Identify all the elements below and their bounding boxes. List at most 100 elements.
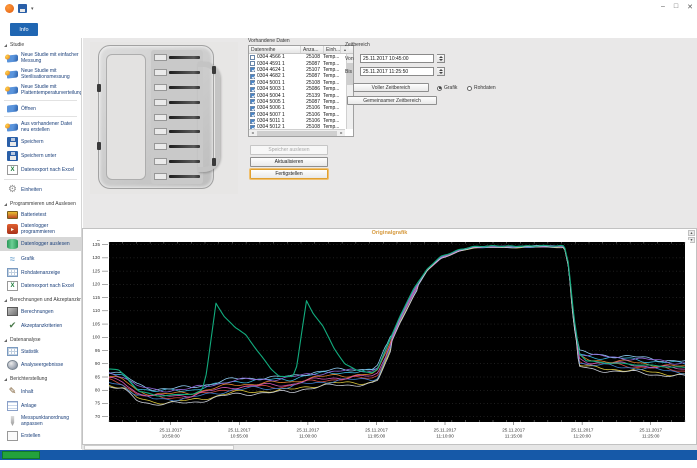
radio-rohdaten[interactable]: Rohdaten: [467, 85, 496, 91]
sidebar-section-header[interactable]: Programmieren und Auslesen: [0, 197, 81, 209]
column-header-einheit[interactable]: Einh...: [324, 46, 341, 53]
series-unit: Temp...: [323, 112, 341, 118]
sidebar-item-erstellen[interactable]: Erstellen: [0, 429, 81, 443]
sidebar-item-analyseergebnisse[interactable]: Analyseergebnisse: [0, 358, 81, 372]
table-row[interactable]: 0304 5005 125087Temp...: [249, 99, 353, 105]
logger-probe: [169, 160, 200, 163]
data-panel-title: Vorhandene Daten: [248, 38, 290, 44]
table-row[interactable]: 0304 4591 125087Temp...: [249, 60, 353, 66]
series-name: 0304 5005 1: [257, 99, 300, 105]
sidebar-item-label: Neue Studie mit Sterilisationsmessung: [21, 68, 79, 80]
read-memory-button[interactable]: Speicher auslesen: [250, 145, 328, 155]
logger-probe: [169, 130, 200, 133]
sidebar-item-inhalt[interactable]: ✎Inhalt: [0, 384, 81, 399]
sidebar-section-header[interactable]: Datenanalyse: [0, 333, 81, 345]
window-controls: – □ ✕: [661, 3, 693, 11]
sidebar-item-statistik[interactable]: Statistik: [0, 345, 81, 358]
case-handle: [198, 62, 220, 172]
sidebar-item--ffnen[interactable]: Öffnen: [0, 103, 81, 114]
scroll-left-icon[interactable]: ◄: [249, 131, 256, 135]
row-checkbox[interactable]: [250, 67, 255, 72]
table-row[interactable]: 0304 5011 125106Temp...: [249, 118, 353, 124]
chart-title: Originalgrafik: [83, 230, 696, 236]
sidebar-item-neue-studie-mit-sterilisations[interactable]: Neue Studie mit Sterilisationsmessung: [0, 66, 81, 82]
application-window: ▾ – □ ✕ Info StudieNeue Studie mit einfa…: [0, 0, 697, 468]
radio-grafik[interactable]: Grafik: [437, 85, 457, 91]
tab-info[interactable]: Info: [10, 23, 38, 36]
table-row[interactable]: 0304 5003 125086Temp...: [249, 86, 353, 92]
column-header-anzahl[interactable]: Anza...: [301, 46, 324, 53]
scroll-up-icon[interactable]: ▲: [688, 230, 695, 236]
sidebar-section-header[interactable]: Studie: [0, 38, 81, 50]
to-spinner[interactable]: [437, 67, 445, 76]
from-datetime-field[interactable]: 25.11.2017 10:45:00: [360, 54, 434, 63]
sidebar-item-einheiten[interactable]: ⚙Einheiten: [0, 182, 81, 197]
series-count: 25106: [300, 118, 323, 124]
series-name: 0304 4591 1: [257, 61, 300, 67]
row-checkbox[interactable]: [250, 99, 255, 104]
minimize-button[interactable]: –: [661, 3, 665, 11]
time-range-title: Zeitbereich: [345, 42, 370, 48]
logger-slot: [154, 141, 200, 152]
sidebar-item-messpunktanordnung-anpassen[interactable]: Messpunktanordnung anpassen: [0, 413, 81, 429]
table-row[interactable]: 0304 4682 125087Temp...: [249, 73, 353, 79]
row-checkbox[interactable]: [250, 93, 255, 98]
logger-rack: [151, 50, 203, 184]
table-row[interactable]: 0304 4624 125107Temp...: [249, 67, 353, 73]
row-checkbox[interactable]: [250, 55, 255, 60]
row-checkbox[interactable]: [250, 80, 255, 85]
sidebar-item-batterietest[interactable]: Batterietest: [0, 209, 81, 221]
series-count: 25106: [300, 112, 323, 118]
refresh-button[interactable]: Aktualisieren: [250, 157, 328, 167]
sidebar-item-berechnungen[interactable]: Berechnungen: [0, 305, 81, 318]
scrollbar-thumb[interactable]: [257, 131, 337, 136]
from-spinner[interactable]: [437, 54, 445, 63]
maximize-button[interactable]: □: [674, 3, 678, 11]
common-range-button[interactable]: Gemeinsamer Zeitbereich: [347, 96, 437, 105]
finish-button[interactable]: Fertigstellen: [250, 169, 328, 179]
to-datetime-field[interactable]: 25.11.2017 11:25:50: [360, 67, 434, 76]
series-name: 0304 5011 1: [257, 118, 300, 124]
row-checkbox[interactable]: [250, 74, 255, 79]
table-row[interactable]: 0304 4566 125108Temp...: [249, 54, 353, 60]
sidebar-item-anlage[interactable]: Anlage: [0, 399, 81, 413]
sidebar-section-header[interactable]: Berechnungen und Akzeptanzkriter...: [0, 293, 81, 305]
time-range-panel: Zeitbereich Von 25.11.2017 10:45:00 Bis …: [345, 42, 505, 112]
table-row[interactable]: 0304 5007 125106Temp...: [249, 112, 353, 118]
close-button[interactable]: ✕: [687, 3, 693, 11]
table-horizontal-scrollbar[interactable]: ◄ ►: [249, 129, 345, 136]
save-icon[interactable]: [18, 4, 27, 13]
row-checkbox[interactable]: [250, 119, 255, 124]
table-row[interactable]: 0304 5001 125108Temp...: [249, 80, 353, 86]
sidebar: StudieNeue Studie mit einfacher Messung N…: [0, 38, 82, 449]
column-header-datenreihe[interactable]: Datenreihe: [249, 46, 301, 53]
sidebar-item-neue-studie-mit-einfacher-mess[interactable]: Neue Studie mit einfacher Messung: [0, 50, 81, 66]
sidebar-item-label: Öffnen: [21, 106, 36, 112]
row-checkbox[interactable]: [250, 61, 255, 66]
sidebar-item-rohdatenanzeige[interactable]: Rohdatenanzeige: [0, 266, 81, 279]
sidebar-item-neue-studie-mit-plattentempera[interactable]: Neue Studie mit Plattentemperaturverteil…: [0, 82, 81, 98]
series-unit: Temp...: [323, 86, 341, 92]
sidebar-section-header[interactable]: Berichterstellung: [0, 372, 81, 384]
arrange-icon: [7, 416, 18, 426]
sidebar-item-aus-vorhandener-datei-neu-erst[interactable]: Aus vorhandener Datei neu erstellen: [0, 119, 81, 135]
sidebar-item-akzeptanzkriterien[interactable]: ✔Akzeptanzkriterien: [0, 318, 81, 333]
row-checkbox[interactable]: [250, 112, 255, 117]
excel-icon: X: [7, 165, 18, 175]
sidebar-item-speichern[interactable]: Speichern: [0, 135, 81, 149]
sidebar-item-label: Batterietest: [21, 212, 46, 218]
table-row[interactable]: 0304 5004 125139Temp...: [249, 92, 353, 98]
full-range-button[interactable]: Voller Zeitbereich: [353, 83, 429, 92]
row-checkbox[interactable]: [250, 87, 255, 92]
sidebar-item-grafik[interactable]: ≈Grafik: [0, 251, 81, 266]
sidebar-item-datenexport-nach-excel[interactable]: XDatenexport nach Excel: [0, 279, 81, 293]
row-checkbox[interactable]: [250, 106, 255, 111]
sidebar-item-speichern-unter[interactable]: Speichern unter: [0, 149, 81, 163]
scroll-right-icon[interactable]: ►: [338, 131, 345, 135]
sidebar-item-datenlogger-programmieren[interactable]: ▸Datenlogger programmieren: [0, 221, 81, 237]
table-row[interactable]: 0304 5006 125106Temp...: [249, 105, 353, 111]
series-unit: Temp...: [323, 67, 341, 73]
chevron-down-icon[interactable]: ▾: [31, 6, 34, 12]
sidebar-item-datenexport-nach-excel[interactable]: XDatenexport nach Excel: [0, 163, 81, 177]
sidebar-item-datenlogger-auslesen[interactable]: Datenlogger auslesen: [0, 237, 81, 251]
